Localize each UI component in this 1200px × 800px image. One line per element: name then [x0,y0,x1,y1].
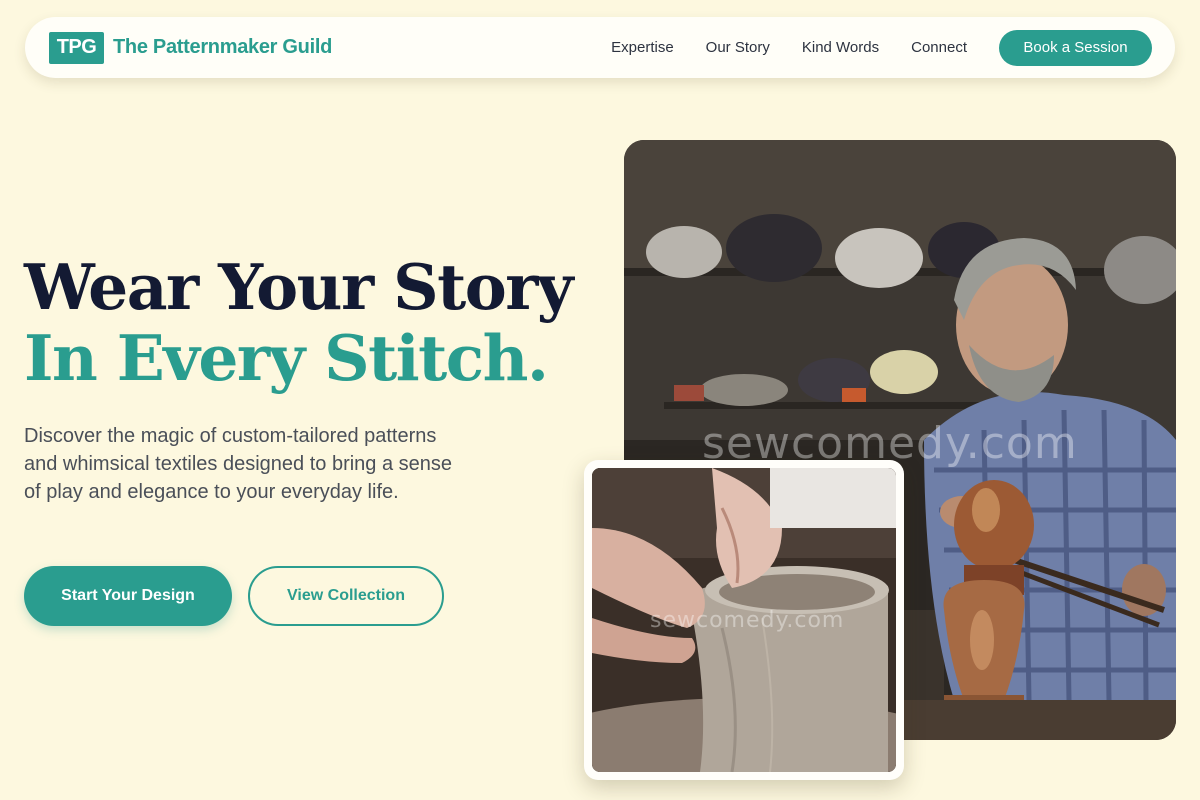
pottery-photo: sewcomedy.com [592,468,896,772]
nav-link-expertise[interactable]: Expertise [611,39,674,56]
book-session-button[interactable]: Book a Session [999,29,1152,66]
nav-links: Expertise Our Story Kind Words Connect [611,39,967,56]
hero-description: Discover the magic of custom-tailored pa… [24,425,453,503]
logo-badge[interactable]: TPG [49,31,104,64]
brand-name[interactable]: The Patternmaker Guild [113,36,332,59]
nav-link-connect[interactable]: Connect [911,39,967,56]
hero-headline: Wear Your Story In Every Stitch. [24,250,574,395]
view-collection-button[interactable]: View Collection [248,566,444,626]
headline-line-2: In Every Stitch. [24,321,549,395]
headline-line-1: Wear Your Story [24,250,574,324]
pottery-photo-frame: sewcomedy.com [584,460,904,780]
nav-link-kind-words[interactable]: Kind Words [802,39,879,56]
small-photo-watermark: sewcomedy.com [650,608,845,633]
nav-link-our-story[interactable]: Our Story [706,39,770,56]
landing-page: TPG The Patternmaker Guild Expertise Our… [0,0,1200,800]
start-design-button[interactable]: Start Your Design [24,566,232,626]
top-navigation: TPG The Patternmaker Guild Expertise Our… [25,17,1175,78]
